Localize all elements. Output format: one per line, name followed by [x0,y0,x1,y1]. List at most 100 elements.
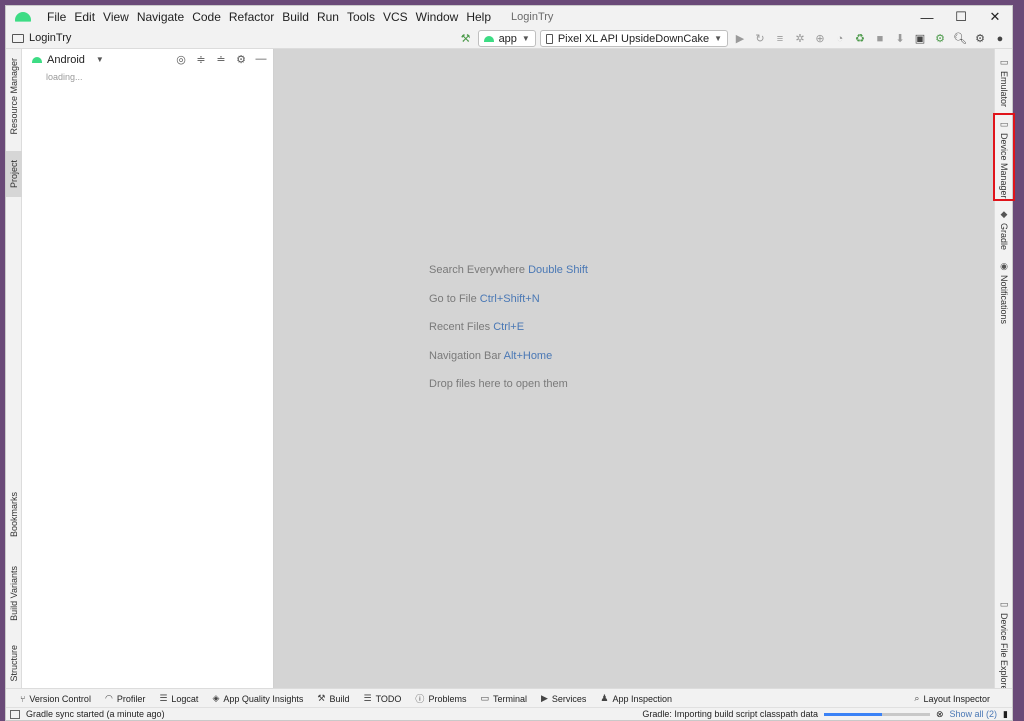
tool-app-inspection[interactable]: ♟ App Inspection [600,693,672,704]
tab-build-variants[interactable]: Build Variants [6,559,22,627]
debug-icon[interactable]: ✲ [792,31,808,47]
apply-changes-icon[interactable]: ↻ [752,31,768,47]
stop-icon[interactable]: ■ [872,31,888,47]
menu-vcs[interactable]: VCS [379,10,412,24]
menu-help[interactable]: Help [462,10,495,24]
menu-navigate[interactable]: Navigate [133,10,188,24]
apply-code-changes-icon[interactable]: ≡ [772,31,788,47]
notifications-label: Notifications [999,275,1009,325]
account-icon[interactable]: ● [992,31,1008,47]
gradle-label: Gradle [999,223,1009,251]
tab-device-file-explorer[interactable]: ▭ Device File Explorer [995,599,1013,694]
run-config-dropdown[interactable]: app ▼ [477,30,536,47]
gear-icon[interactable]: ⚙ [233,51,249,67]
folder-icon [12,33,24,43]
hint-go-to-file: Go to File Ctrl+Shift+N [429,293,588,322]
chevron-down-icon: ▼ [714,34,722,43]
close-button[interactable]: ✕ [978,6,1012,28]
tool-profiler[interactable]: ◠ Profiler [105,693,145,704]
search-icon[interactable]: 🔍︎ [952,31,968,47]
problems-icon: ⓘ [415,694,425,704]
hint-search-everywhere: Search Everywhere Double Shift [429,264,588,293]
status-message[interactable]: Gradle sync started (a minute ago) [26,709,165,719]
tool-logcat[interactable]: ☰ Logcat [159,693,198,704]
hint-text: Go to File [429,292,477,305]
tool-layout-inspector[interactable]: ⌕ Layout Inspector [914,693,990,704]
chevron-down-icon: ▼ [95,55,104,64]
bell-icon: ◉ [1000,261,1008,271]
hint-text: Search Everywhere [429,264,525,276]
toggle-tool-windows-icon[interactable] [10,709,20,719]
profile-icon[interactable]: ◔ [832,31,848,47]
tool-version-control[interactable]: ⑂ Version Control [20,694,91,704]
collapse-all-icon[interactable]: ≐ [213,51,229,67]
project-view-mode: Android [47,53,85,66]
status-bar: Gradle sync started (a minute ago) Gradl… [6,707,1012,720]
tab-project[interactable]: Project [6,151,22,197]
hint-key: Ctrl+Shift+N [479,292,540,305]
hint-recent-files: Recent Files Ctrl+E [429,321,588,350]
android-studio-logo-icon [15,12,31,22]
app-inspection-label: App Inspection [612,693,673,704]
tab-emulator[interactable]: ▭ Emulator [995,57,1013,107]
tool-todo[interactable]: ☰ TODO [364,693,402,704]
tool-build[interactable]: ⚒ Build [317,693,349,704]
menu-window[interactable]: Window [412,10,463,24]
tab-bookmarks[interactable]: Bookmarks [6,489,22,541]
bookmarks-label: Bookmarks [9,492,19,538]
tool-services[interactable]: ▶ Services [541,693,586,704]
status-right: Gradle: Importing build script classpath… [642,709,1008,720]
tab-device-manager[interactable]: ▭ Device Manager [993,113,1015,201]
tab-gradle[interactable]: ◆ Gradle [995,209,1013,250]
show-all-link[interactable]: Show all (2) [950,709,998,719]
hint-key: Double Shift [528,264,588,276]
gear-icon[interactable]: ⚙ [972,31,988,47]
toolbar-actions: ⚒ app ▼ Pixel XL API UpsideDownCake ▼ ▶ … [458,28,1008,49]
tool-terminal[interactable]: ▭ Terminal [480,693,527,704]
resource-manager-label: Resource Manager [9,57,19,135]
android-icon [483,35,494,42]
hint-text: Navigation Bar [429,349,502,362]
device-mirror-icon[interactable]: ▣ [912,31,928,47]
tool-app-quality-insights[interactable]: ◈ App Quality Insights [212,693,303,704]
hide-icon[interactable]: — [253,51,269,67]
tab-notifications[interactable]: ◉ Notifications [995,261,1013,324]
tab-structure[interactable]: Structure [6,639,22,687]
build-label: Build [329,693,350,704]
menu-tools[interactable]: Tools [343,10,379,24]
project-breadcrumb[interactable]: LoginTry [12,32,71,44]
cancel-icon[interactable]: ⊗ [936,709,944,720]
expand-all-icon[interactable]: ≑ [193,51,209,67]
gradle-icon: ◆ [1000,209,1008,219]
sync-icon[interactable]: ♻ [852,31,868,47]
memory-indicator-icon[interactable]: ▮ [1003,709,1008,720]
background-task-label[interactable]: Gradle: Importing build script classpath… [642,709,818,719]
device-dropdown[interactable]: Pixel XL API UpsideDownCake ▼ [539,30,728,47]
menu-view[interactable]: View [99,10,133,24]
run-icon[interactable]: ▶ [732,31,748,47]
project-panel: Android ▼ ◎ ≑ ≐ ⚙ — loading... [22,49,274,688]
maximize-button[interactable]: ☐ [944,6,978,28]
gradle-sync-icon[interactable]: ⚙ [932,31,948,47]
app-quality-label: App Quality Insights [223,693,304,704]
locate-icon[interactable]: ◎ [173,51,189,67]
menu-edit[interactable]: Edit [70,10,99,24]
branch-icon: ⑂ [20,693,26,704]
hint-text: Recent Files [429,321,491,333]
attach-debugger-icon[interactable]: ⊕ [812,31,828,47]
menu-file[interactable]: File [43,10,70,24]
window-controls: — ☐ ✕ [910,6,1012,28]
logcat-icon: ☰ [159,693,168,703]
tool-problems[interactable]: ⓘ Problems [415,692,466,705]
menu-code[interactable]: Code [188,10,225,24]
tab-resource-manager[interactable]: Resource Manager [6,57,22,135]
menu-bar: File Edit View Navigate Code Refactor Bu… [43,10,495,24]
menu-run[interactable]: Run [313,10,343,24]
panel-tools: ◎ ≑ ≐ ⚙ — [173,51,269,67]
menu-refactor[interactable]: Refactor [225,10,278,24]
minimize-button[interactable]: — [910,6,944,28]
hammer-icon[interactable]: ⚒ [458,31,474,47]
sdk-manager-icon[interactable]: ⬇ [892,31,908,47]
menu-build[interactable]: Build [278,10,313,24]
problems-label: Problems [428,693,467,704]
